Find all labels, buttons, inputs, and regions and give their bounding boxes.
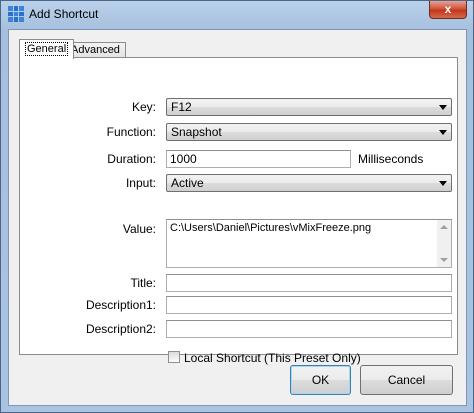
- input-label: Input:: [125, 176, 156, 190]
- close-button[interactable]: x: [429, 1, 467, 19]
- scroll-up-icon[interactable]: [440, 225, 448, 229]
- chevron-down-icon: [439, 181, 447, 186]
- key-label: Key:: [131, 100, 156, 114]
- title-label: Title:: [130, 276, 156, 290]
- add-shortcut-dialog: Add Shortcut x General Advanced Key: F12…: [0, 0, 474, 413]
- chevron-down-icon: [439, 105, 447, 110]
- tab-advanced[interactable]: Advanced: [65, 42, 126, 58]
- dialog-body: General Advanced Key: F12 Function: Snap…: [8, 29, 467, 406]
- scroll-down-icon[interactable]: [440, 258, 448, 262]
- chevron-down-icon: [439, 130, 447, 135]
- value-text: C:\Users\Daniel\Pictures\vMixFreeze.png: [170, 222, 372, 234]
- local-shortcut-checkbox[interactable]: [168, 351, 180, 363]
- duration-unit: Milliseconds: [358, 152, 424, 166]
- value-textarea[interactable]: C:\Users\Daniel\Pictures\vMixFreeze.png: [166, 219, 452, 268]
- title-input[interactable]: [166, 274, 452, 292]
- description1-input[interactable]: [166, 296, 452, 314]
- ok-button[interactable]: OK: [290, 365, 351, 395]
- title-bar[interactable]: Add Shortcut x: [1, 1, 473, 29]
- description1-label: Description1:: [85, 298, 156, 312]
- duration-input[interactable]: 1000: [166, 150, 351, 168]
- value-scrollbar[interactable]: [437, 220, 451, 267]
- tab-general-label: General: [25, 42, 69, 56]
- key-select-value: F12: [171, 100, 192, 114]
- function-select[interactable]: Snapshot: [166, 123, 452, 141]
- key-select[interactable]: F12: [166, 98, 452, 116]
- local-shortcut-label[interactable]: Local Shortcut (This Preset Only): [184, 351, 361, 365]
- duration-label: Duration:: [107, 152, 156, 166]
- description2-input[interactable]: [166, 320, 452, 338]
- input-select-value: Active: [171, 176, 204, 190]
- function-select-value: Snapshot: [171, 125, 222, 139]
- cancel-button[interactable]: Cancel: [360, 365, 453, 395]
- general-panel: Key: F12 Function: Snapshot Duration: 10…: [19, 57, 458, 365]
- app-icon: [8, 6, 24, 22]
- window-title: Add Shortcut: [29, 7, 99, 21]
- description2-label: Description2:: [85, 322, 156, 336]
- function-label: Function:: [106, 125, 156, 139]
- input-select[interactable]: Active: [166, 174, 452, 192]
- value-label: Value:: [122, 222, 156, 236]
- tab-general[interactable]: General: [19, 39, 75, 59]
